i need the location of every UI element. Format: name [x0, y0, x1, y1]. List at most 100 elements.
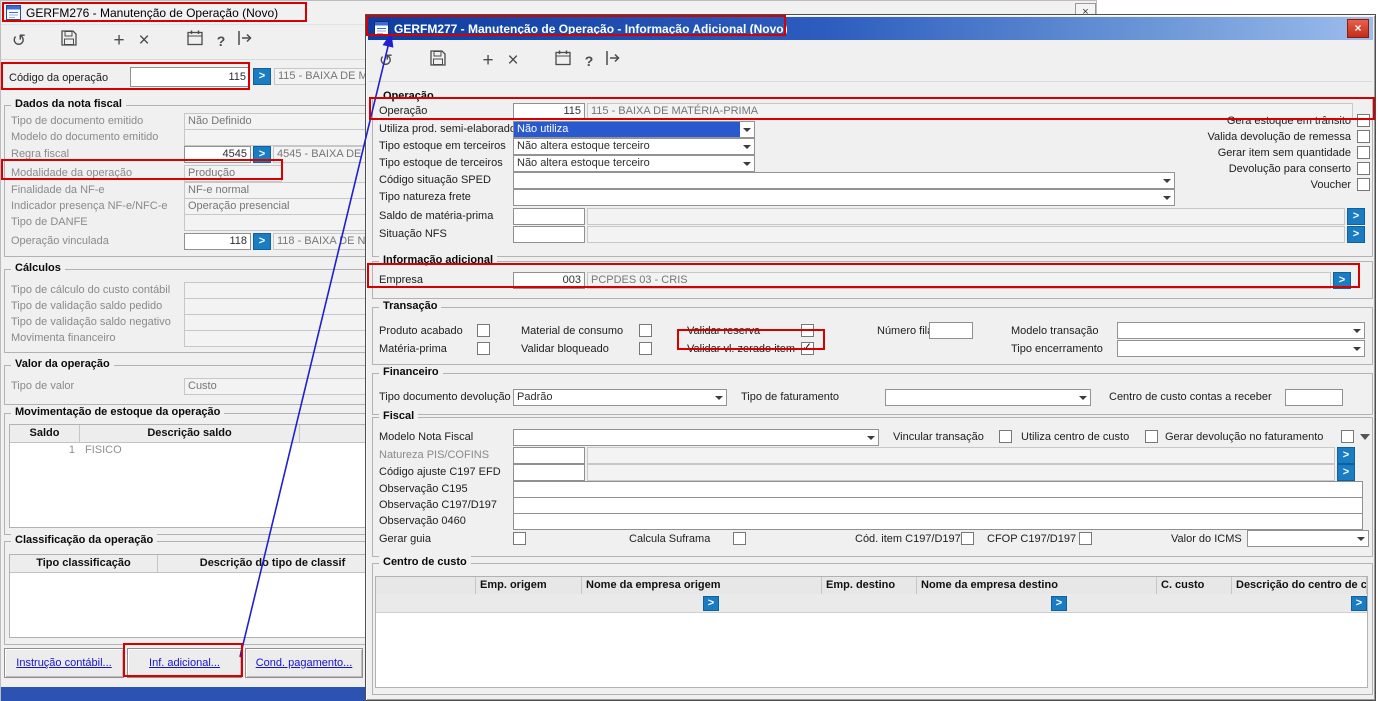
gerar-item-sem-quantidade-checkbox[interactable]	[1357, 146, 1370, 159]
produto-acabado-checkbox[interactable]	[477, 324, 490, 337]
devolucao-para-conserto-label: Devolução para conserto	[1228, 163, 1351, 175]
validar-reserva-label: Validar reserva	[687, 325, 761, 337]
calcula-suframa-checkbox[interactable]	[733, 532, 746, 545]
utiliza-centro-custo-checkbox[interactable]	[1145, 430, 1158, 443]
gerar-item-sem-quantidade-label: Gerar item sem quantidade	[1217, 147, 1351, 159]
dropdown-value	[514, 190, 1160, 205]
help-icon[interactable]: ?	[577, 49, 601, 73]
emp-destino-lookup-button[interactable]: >	[1051, 596, 1067, 611]
dropdown-value: Não utiliza	[514, 122, 740, 137]
instrucao-contabil-button[interactable]: Instrução contábil...	[4, 648, 124, 678]
operacao-input[interactable]: 115	[513, 103, 585, 120]
validar-vl-zerado-item-label: Validar vl. zerado item	[687, 343, 796, 355]
cfop-c197-d197-checkbox[interactable]	[1079, 532, 1092, 545]
saldo-materia-prima-input[interactable]	[513, 208, 585, 225]
centro-custo-receber-input[interactable]	[1285, 389, 1343, 406]
codigo-operacao-input[interactable]: 115	[130, 67, 250, 87]
empresa-lookup-button[interactable]: >	[1333, 272, 1351, 289]
dropdown-arrow-icon	[1350, 323, 1364, 338]
tipo-estoque-de-terceiros-dropdown[interactable]: Não altera estoque terceiro	[513, 155, 755, 172]
materia-prima-checkbox[interactable]	[477, 342, 490, 355]
add-icon[interactable]: +	[107, 29, 131, 53]
situacao-nfs-lookup-button[interactable]: >	[1347, 226, 1365, 243]
window2-titlebar: GERFM277 - Manutenção de Operação - Info…	[368, 17, 1373, 40]
dropdown-value	[1118, 341, 1350, 356]
codigo-operacao-lookup-button[interactable]: >	[253, 68, 271, 85]
codigo-situacao-sped-dropdown[interactable]	[513, 172, 1175, 189]
tipo-danfe-label: Tipo de DANFE	[11, 216, 88, 228]
dropdown-arrow-icon	[1160, 190, 1174, 205]
screen: GERFM276 - Manutenção de Operação (Novo)…	[0, 0, 1378, 701]
voucher-checkbox[interactable]	[1357, 178, 1370, 191]
centro-custo-lookup-button[interactable]: >	[1351, 596, 1367, 611]
devolucao-para-conserto-checkbox[interactable]	[1357, 162, 1370, 175]
observacao-0460-input[interactable]	[513, 513, 1363, 530]
operacao-vinculada-lookup-button[interactable]: >	[253, 233, 271, 250]
tipo-encerramento-dropdown[interactable]	[1117, 340, 1365, 357]
codigo-ajuste-c197-desc	[587, 464, 1335, 481]
save-icon[interactable]	[57, 29, 81, 53]
indicador-presenca-label: Indicador presença NF-e/NFC-e	[11, 200, 168, 212]
saldo-materia-prima-desc	[587, 208, 1345, 225]
delete-icon[interactable]: ×	[501, 49, 525, 73]
regra-fiscal-lookup-button[interactable]: >	[253, 146, 271, 163]
cfop-c197-d197-label: CFOP C197/D197	[987, 533, 1077, 545]
utiliza-prod-semi-elaborado-dropdown[interactable]: Não utiliza	[513, 121, 755, 138]
utiliza-centro-custo-label: Utiliza centro de custo	[1021, 431, 1130, 443]
delete-icon[interactable]: ×	[132, 29, 156, 53]
modelo-transacao-label: Modelo transação	[1011, 325, 1099, 337]
undo-icon[interactable]: ↺	[374, 49, 398, 73]
natureza-pis-cofins-input[interactable]	[513, 447, 585, 464]
validar-bloqueado-label: Validar bloqueado	[521, 343, 609, 355]
add-icon[interactable]: +	[476, 49, 500, 73]
inf-adicional-button[interactable]: Inf. adicional...	[127, 648, 242, 678]
tipo-documento-devolucao-dropdown[interactable]: Padrão	[513, 389, 727, 406]
vincular-transacao-checkbox[interactable]	[999, 430, 1012, 443]
regra-fiscal-input[interactable]: 4545	[184, 146, 251, 163]
modelo-nota-fiscal-dropdown[interactable]	[513, 429, 879, 446]
cond-pagamento-button[interactable]: Cond. pagamento...	[245, 648, 363, 678]
exit-icon[interactable]	[601, 49, 625, 73]
observacao-c197-d197-label: Observação C197/D197	[379, 499, 498, 511]
chevron-down-icon[interactable]	[1360, 434, 1370, 445]
cod-item-c197-d197-checkbox[interactable]	[961, 532, 974, 545]
validar-reserva-checkbox[interactable]	[801, 324, 814, 337]
codigo-ajuste-c197-lookup-button[interactable]: >	[1337, 464, 1355, 481]
gerar-guia-checkbox[interactable]	[513, 532, 526, 545]
gera-estoque-transito-checkbox[interactable]	[1357, 114, 1370, 127]
gerar-devolucao-faturamento-checkbox[interactable]	[1341, 430, 1354, 443]
valida-devolucao-remessa-label: Valida devolução de remessa	[1207, 131, 1352, 143]
voucher-label: Voucher	[1310, 179, 1351, 191]
tipo-faturamento-dropdown[interactable]	[885, 389, 1091, 406]
undo-icon[interactable]: ↺	[7, 29, 31, 53]
validacao-saldo-negativo-label: Tipo de validação saldo negativo	[11, 316, 171, 328]
valida-devolucao-remessa-checkbox[interactable]	[1357, 130, 1370, 143]
validar-bloqueado-checkbox[interactable]	[639, 342, 652, 355]
window2-close-button[interactable]: ×	[1347, 19, 1369, 38]
validar-vl-zerado-item-checkbox[interactable]	[801, 340, 814, 355]
operacao-vinculada-input[interactable]: 118	[184, 233, 251, 250]
exit-icon[interactable]	[233, 29, 257, 53]
calendar-icon[interactable]	[183, 29, 207, 53]
material-consumo-checkbox[interactable]	[639, 324, 652, 337]
emp-origem-lookup-button[interactable]: >	[703, 596, 719, 611]
situacao-nfs-input[interactable]	[513, 226, 585, 243]
col-header-selector	[376, 577, 476, 594]
help-icon[interactable]: ?	[209, 29, 233, 53]
tipo-estoque-em-terceiros-dropdown[interactable]: Não altera estoque terceiro	[513, 138, 755, 155]
codigo-ajuste-c197-input[interactable]	[513, 464, 585, 481]
numero-fila-input[interactable]	[929, 322, 973, 339]
empresa-input[interactable]: 003	[513, 272, 585, 289]
observacao-c197-d197-input[interactable]	[513, 497, 1363, 514]
natureza-pis-cofins-lookup-button[interactable]: >	[1337, 447, 1355, 464]
regra-fiscal-label: Regra fiscal	[11, 148, 70, 160]
observacao-c195-input[interactable]	[513, 481, 1363, 498]
group-title-operacao: Operação	[379, 90, 438, 102]
valor-icms-dropdown[interactable]	[1247, 530, 1369, 547]
tipo-natureza-frete-dropdown[interactable]	[513, 189, 1175, 206]
calendar-icon[interactable]	[551, 49, 575, 73]
save-icon[interactable]	[426, 49, 450, 73]
valor-icms-label: Valor do ICMS	[1171, 533, 1242, 545]
modelo-transacao-dropdown[interactable]	[1117, 322, 1365, 339]
saldo-materia-prima-lookup-button[interactable]: >	[1347, 208, 1365, 225]
